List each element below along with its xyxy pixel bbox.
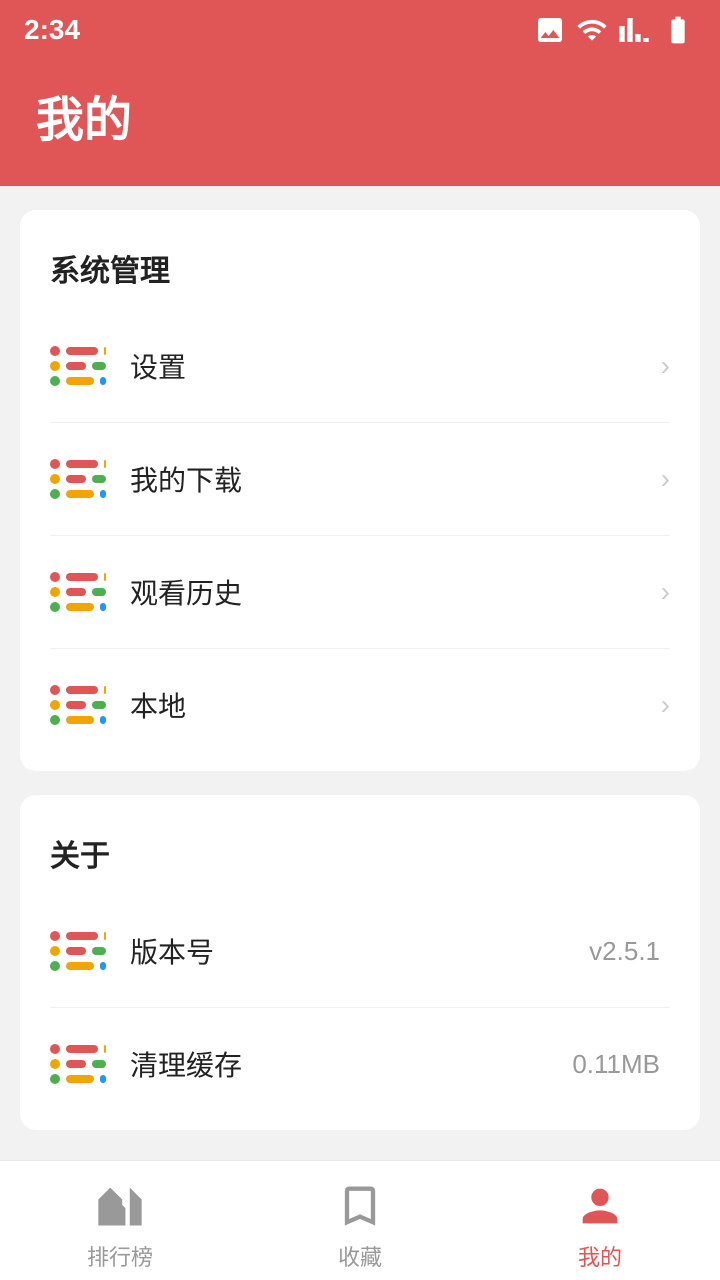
local-label: 本地 xyxy=(130,685,661,725)
status-icons xyxy=(534,14,696,46)
mine-nav-icon xyxy=(574,1180,626,1232)
version-value: v2.5.1 xyxy=(589,936,660,967)
system-section-title: 系统管理 xyxy=(50,246,670,290)
history-icon xyxy=(50,564,106,620)
settings-chevron: › xyxy=(661,350,670,382)
ranking-nav-icon xyxy=(94,1180,146,1232)
local-icon xyxy=(50,677,106,733)
downloads-icon xyxy=(50,451,106,507)
downloads-chevron: › xyxy=(661,463,670,495)
version-icon xyxy=(50,923,106,979)
favorites-nav-icon xyxy=(334,1180,386,1232)
version-item: 版本号 v2.5.1 xyxy=(50,895,670,1008)
signal-icon xyxy=(618,14,650,46)
about-section-title: 关于 xyxy=(50,831,670,875)
battery-icon xyxy=(660,14,696,46)
settings-icon xyxy=(50,338,106,394)
status-time: 2:34 xyxy=(24,14,80,46)
settings-label: 设置 xyxy=(130,346,661,386)
clear-cache-icon xyxy=(50,1036,106,1092)
page-title: 我的 xyxy=(36,80,684,150)
clear-cache-item[interactable]: 清理缓存 0.11MB xyxy=(50,1008,670,1120)
bottom-navigation: 排行榜 收藏 我的 xyxy=(0,1160,720,1280)
downloads-item[interactable]: 我的下载 › xyxy=(50,423,670,536)
favorites-nav-label: 收藏 xyxy=(338,1240,382,1272)
history-chevron: › xyxy=(661,576,670,608)
status-bar: 2:34 xyxy=(0,0,720,60)
version-label: 版本号 xyxy=(130,931,589,971)
history-label: 观看历史 xyxy=(130,572,661,612)
image-icon xyxy=(534,14,566,46)
wifi-icon xyxy=(576,14,608,46)
nav-ranking[interactable]: 排行榜 xyxy=(0,1170,240,1272)
downloads-label: 我的下载 xyxy=(130,459,661,499)
local-chevron: › xyxy=(661,689,670,721)
page-header: 我的 xyxy=(0,60,720,186)
ranking-nav-label: 排行榜 xyxy=(87,1240,153,1272)
history-item[interactable]: 观看历史 › xyxy=(50,536,670,649)
clear-cache-label: 清理缓存 xyxy=(130,1044,572,1084)
nav-mine[interactable]: 我的 xyxy=(480,1170,720,1272)
clear-cache-value: 0.11MB xyxy=(572,1049,660,1080)
mine-nav-label: 我的 xyxy=(578,1240,622,1272)
system-management-card: 系统管理 设置 › 我的下载 › 观看历史 › xyxy=(20,210,700,771)
nav-favorites[interactable]: 收藏 xyxy=(240,1170,480,1272)
about-card: 关于 版本号 v2.5.1 清理缓存 0.11MB xyxy=(20,795,700,1130)
local-item[interactable]: 本地 › xyxy=(50,649,670,761)
settings-item[interactable]: 设置 › xyxy=(50,310,670,423)
